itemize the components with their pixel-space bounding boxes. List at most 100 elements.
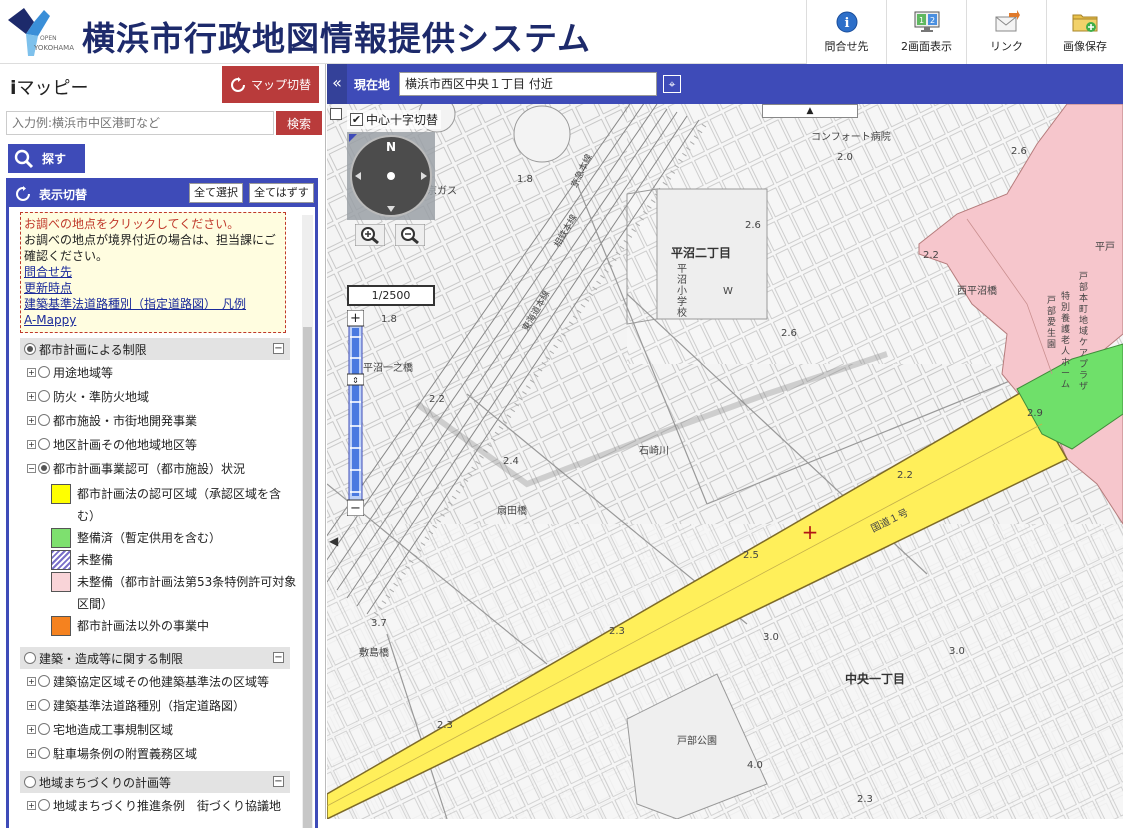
center-crosshair: + [801,520,819,544]
section-building-restrictions[interactable]: 建築・造成等に関する制限 − [20,647,290,669]
panel-scrollbar[interactable] [302,215,313,828]
elevation-label: 2.5 [743,550,759,561]
display-toggle-header: 表示切替 全て選択 全てはずす [9,181,315,207]
radio[interactable] [38,462,50,474]
expand-icon[interactable]: + [27,391,36,401]
location-label: 現在地 [354,78,391,92]
radio[interactable] [24,652,36,664]
section-community-planning[interactable]: 地域まちづくりの計画等 − [20,771,290,793]
radio[interactable] [38,699,50,711]
radio[interactable] [24,343,36,355]
expand-icon[interactable]: + [27,700,36,710]
layer-item[interactable]: + 建築基準法道路種別（指定道路図） [27,693,315,717]
elevation-label: 1.8 [381,314,397,325]
base-map [327,104,1123,819]
pan-up-handle[interactable]: ▲ [762,104,858,118]
zoom-out-button[interactable]: − [350,501,361,516]
expand-icon[interactable]: + [27,724,36,734]
deselect-all-button[interactable]: 全てはずす [249,183,314,203]
scrollbar-thumb[interactable] [303,327,312,828]
radio[interactable] [38,747,50,759]
update-time-link[interactable]: 更新時点 [24,280,282,296]
layer-item[interactable]: + 地区計画その他地域地区等 [27,432,315,456]
minimap-toggle[interactable] [330,108,342,120]
expand-icon[interactable]: + [27,800,36,810]
radio[interactable] [38,438,50,450]
layer-item[interactable]: + 防火・準防火地域 [27,384,315,408]
svg-text:1: 1 [918,16,923,25]
contact-label: 問合せ先 [824,40,869,53]
zoom-slider[interactable]: + − ⇕ [347,310,364,516]
expand-icon[interactable]: + [27,676,36,686]
section-urban-planning[interactable]: 都市計画による制限 − [20,338,290,360]
a-mappy-link[interactable]: A-Mappy [24,312,282,328]
radio[interactable] [38,799,50,811]
elevation-label: 2.3 [857,794,873,805]
expand-icon[interactable]: + [27,367,36,377]
dual-screen-icon: 1 2 [914,11,939,32]
collapse-panel-button[interactable]: « [327,64,347,104]
collapse-icon[interactable]: − [27,463,36,473]
radio[interactable] [38,390,50,402]
legend-item: 未整備 [51,549,315,571]
layer-item[interactable]: + 宅地造成工事規制区域 [27,717,315,741]
dual-screen-button[interactable]: 1 2 2画面表示 [886,0,966,64]
collapse-icon[interactable]: − [273,652,284,663]
open-yokohama-logo[interactable]: OPEN YOKOHAMA [4,4,74,60]
radio[interactable] [38,414,50,426]
center-cross-toggle[interactable]: ✔ 中心十字切替 [347,110,442,129]
select-all-button[interactable]: 全て選択 [189,183,243,203]
compass-north-label: N [386,140,396,154]
elevation-label: 2.2 [923,250,939,261]
current-location-field[interactable]: 横浜市西区中央１丁目 付近 [399,72,657,96]
layer-item[interactable]: + 用途地域等 [27,360,315,384]
legend-item: 都市計画法の認可区域（承認区域を含む） [51,483,315,527]
dual-screen-label: 2画面表示 [901,40,952,53]
layer-item[interactable]: − 都市計画事業認可（都市施設）状況 [27,456,315,480]
notice-box: お調べの地点をクリックしてください。 お調べの地点が境界付近の場合は、担当課にご… [20,212,286,333]
radio[interactable] [38,675,50,687]
collapse-icon[interactable]: − [273,776,284,787]
svg-text:2: 2 [929,16,934,25]
legend-item: 整備済（暫定供用を含む） [51,527,315,549]
layer-item[interactable]: + 都市施設・市街地開発事業 [27,408,315,432]
elevation-label: 2.3 [437,720,453,731]
elevation-label: 3.0 [763,632,779,643]
radio[interactable] [38,723,50,735]
zoom-out-icon[interactable] [395,224,425,246]
map-label-hospital: コンフォート病院 [811,132,891,143]
radio[interactable] [24,776,36,788]
zoom-in-icon[interactable] [355,224,385,246]
expand-icon[interactable]: + [27,415,36,425]
map-canvas[interactable]: コンフォート病院 東京ガス 平沼二丁目 平沼小学校 W 西平沼橋 平沼一之橋 石… [327,104,1123,819]
map-label-facility: 特別養護老人ホーム [1061,292,1071,390]
elevation-label: 2.6 [745,220,761,231]
crosshair-icon[interactable]: ⌖ [663,75,681,93]
layer-item[interactable]: + 建築協定区域その他建築基準法の区域等 [27,669,315,693]
layer-item[interactable]: + 地域まちづくり推進条例 街づくり協議地 [27,793,315,817]
road-type-legend-link[interactable]: 建築基準法道路種別（指定道路図） 凡例 [24,296,282,312]
pan-compass[interactable]: N [347,132,435,220]
side-pan-arrow[interactable]: ◀ [329,534,339,550]
map-scale: 1/2500 [347,285,435,306]
contact-link[interactable]: 問合せ先 [24,264,282,280]
contact-button[interactable]: i 問合せ先 [806,0,886,64]
address-search-input[interactable] [6,111,274,135]
collapse-icon[interactable]: − [273,343,284,354]
elevation-label: 1.8 [517,174,533,185]
find-button[interactable]: 探す [8,144,85,173]
expand-icon[interactable]: + [27,439,36,449]
svg-text:OPEN: OPEN [40,35,57,42]
save-image-button[interactable]: 画像保存 [1046,0,1123,64]
checkbox[interactable]: ✔ [350,113,363,126]
expand-icon[interactable]: + [27,748,36,758]
zoom-in-button[interactable]: + [350,311,361,326]
search-button[interactable]: 検索 [276,111,322,135]
elevation-label: 2.0 [837,152,853,163]
radio[interactable] [38,366,50,378]
elevation-label: 2.6 [1011,146,1027,157]
map-switch-button[interactable]: マップ切替 [222,66,319,103]
link-button[interactable]: リンク [966,0,1046,64]
layer-item[interactable]: + 駐車場条例の附置義務区域 [27,741,315,765]
elevation-label: 4.0 [747,760,763,771]
